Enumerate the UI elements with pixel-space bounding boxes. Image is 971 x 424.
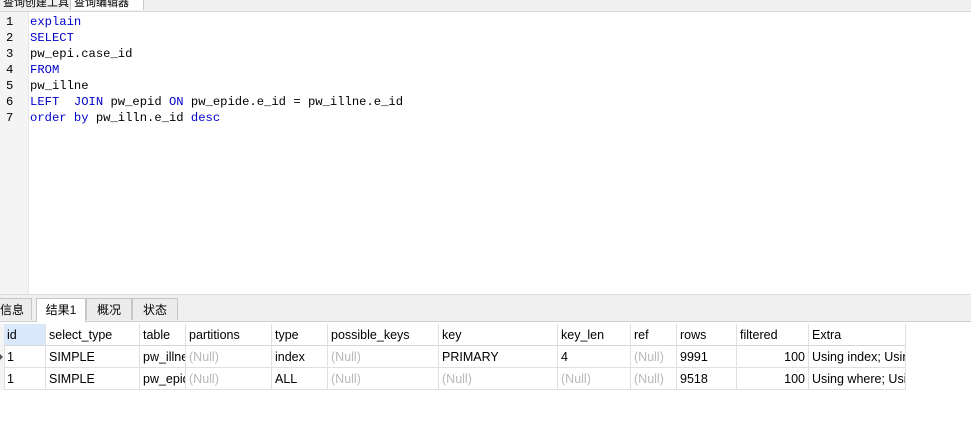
table-cell-select-type[interactable]: SIMPLE (46, 346, 140, 368)
table-cell-type[interactable]: ALL (272, 368, 328, 390)
sql-keyword: desc (190, 111, 221, 125)
table-cell-id[interactable]: 1 (4, 368, 46, 390)
code-text: order by pw_illn.e_id desc (30, 110, 220, 126)
table-cell-filtered[interactable]: 100 (737, 368, 809, 390)
table-cell-rows[interactable]: 9518 (677, 368, 737, 390)
table-cell-possible-keys[interactable]: (Null) (328, 346, 439, 368)
code-text: explain (30, 14, 81, 30)
column-header-partitions[interactable]: partitions (186, 324, 272, 346)
sql-identifier: pw_illn.e_id (88, 111, 191, 125)
code-line[interactable]: 7 order by pw_illn.e_id desc (0, 110, 971, 126)
document-tab-strip: 查询创建工具 查询编辑器 (0, 0, 971, 12)
code-line[interactable]: 4 FROM (0, 62, 971, 78)
sql-identifier: pw_illne (30, 79, 89, 93)
code-text: LEFT JOIN pw_epid ON pw_epide.e_id = pw_… (30, 94, 403, 110)
table-cell-select-type[interactable]: SIMPLE (46, 368, 140, 390)
sql-keyword: ON (168, 95, 184, 109)
line-number: 5 (6, 79, 14, 93)
code-line[interactable]: 3 pw_epi.case_id (0, 46, 971, 62)
code-text: FROM (30, 62, 59, 78)
sql-keyword: LEFT JOIN (30, 95, 104, 109)
result-panel-tabs: 信息 结果1 概况 状态 (0, 295, 971, 322)
table-cell-filtered[interactable]: 100 (737, 346, 809, 368)
code-text: pw_illne (30, 78, 89, 94)
column-header-id[interactable]: id (4, 324, 46, 346)
line-number: 4 (6, 63, 14, 77)
column-header-rows[interactable]: rows (677, 324, 737, 346)
code-text: SELECT (30, 30, 74, 46)
line-number: 6 (6, 95, 14, 109)
table-cell-key[interactable]: PRIMARY (439, 346, 558, 368)
sql-editor[interactable]: 1 explain 2 SELECT 3 pw_epi.case_id 4 FROM 5 pw_i… (0, 12, 971, 294)
table-cell-table[interactable]: pw_illne (140, 346, 186, 368)
table-cell-key-len[interactable]: (Null) (558, 368, 631, 390)
tab-query-builder[interactable]: 查询创建工具 (0, 0, 70, 10)
line-number: 2 (6, 31, 14, 45)
sql-identifier: pw_epi.case_id (30, 47, 133, 61)
table-cell-partitions[interactable]: (Null) (186, 346, 272, 368)
grid-header-row: id select_type table partitions type possible… (0, 324, 906, 346)
table-cell-type[interactable]: index (272, 346, 328, 368)
sql-identifier: pw_epid (103, 95, 169, 109)
code-line[interactable]: 6 LEFT JOIN pw_epid ON pw_epide.e_id = pw… (0, 94, 971, 110)
column-header-extra[interactable]: Extra (809, 324, 906, 346)
code-line[interactable]: 2 SELECT (0, 30, 971, 46)
table-cell-ref[interactable]: (Null) (631, 368, 677, 390)
table-cell-key-len[interactable]: 4 (558, 346, 631, 368)
column-header-type[interactable]: type (272, 324, 328, 346)
sql-keyword: order by (30, 111, 89, 125)
line-number: 7 (6, 111, 14, 125)
sql-identifier: pw_epide.e_id = pw_illne.e_id (183, 95, 404, 109)
sql-keyword: explain (30, 15, 82, 29)
code-line[interactable]: 1 explain (0, 14, 971, 30)
current-row-indicator-icon (0, 354, 3, 360)
table-cell-rows[interactable]: 9991 (677, 346, 737, 368)
table-cell-extra[interactable]: Using index; Using temporary; Using file… (809, 346, 906, 368)
code-line[interactable]: 5 pw_illne (0, 78, 971, 94)
table-cell-table[interactable]: pw_epid (140, 368, 186, 390)
table-cell-id[interactable]: 1 (4, 346, 46, 368)
column-header-select-type[interactable]: select_type (46, 324, 140, 346)
code-text: pw_epi.case_id (30, 46, 132, 62)
tab-result1[interactable]: 结果1 (36, 298, 86, 322)
column-header-key-len[interactable]: key_len (558, 324, 631, 346)
table-row[interactable]: 1 SIMPLE pw_epid (Null) ALL (Null) (Null) (Null… (0, 368, 906, 390)
table-cell-extra[interactable]: Using where; Using join buffer (809, 368, 906, 390)
line-number: 1 (6, 15, 14, 29)
column-header-ref[interactable]: ref (631, 324, 677, 346)
table-cell-partitions[interactable]: (Null) (186, 368, 272, 390)
table-cell-possible-keys[interactable]: (Null) (328, 368, 439, 390)
column-header-possible-keys[interactable]: possible_keys (328, 324, 439, 346)
tab-query-editor[interactable]: 查询编辑器 (70, 0, 144, 10)
tab-info[interactable]: 信息 (0, 298, 32, 320)
tab-profile[interactable]: 概况 (86, 298, 132, 320)
sql-keyword: SELECT (30, 31, 74, 45)
table-cell-key[interactable]: (Null) (439, 368, 558, 390)
table-cell-ref[interactable]: (Null) (631, 346, 677, 368)
sql-keyword: FROM (30, 63, 60, 77)
column-header-filtered[interactable]: filtered (737, 324, 809, 346)
tab-status[interactable]: 状态 (132, 298, 178, 320)
column-header-table[interactable]: table (140, 324, 186, 346)
table-row[interactable]: 1 SIMPLE pw_illne (Null) index (Null) PRIMARY 4… (0, 346, 906, 368)
column-header-key[interactable]: key (439, 324, 558, 346)
line-number: 3 (6, 47, 14, 61)
